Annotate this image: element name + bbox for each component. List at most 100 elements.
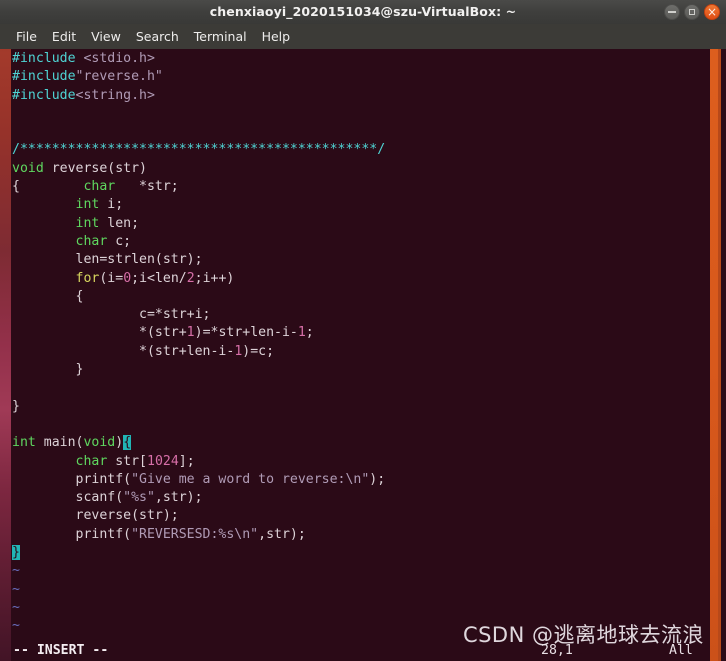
- maximize-button[interactable]: [684, 4, 700, 20]
- code-token: {: [12, 179, 84, 195]
- title-bar[interactable]: chenxiaoyi_2020151034@szu-VirtualBox: ~: [0, 0, 726, 24]
- code-token: )=*str+len-i-: [194, 325, 298, 341]
- code-token: *(str+: [12, 325, 187, 341]
- code-token: ;i++): [194, 270, 235, 286]
- code-line: char c;: [12, 233, 385, 251]
- code-line: ~: [12, 617, 385, 635]
- window-right-edge-bar-outer: [710, 0, 718, 661]
- code-line: }: [12, 361, 385, 379]
- vim-buffer: #include <stdio.h> #include"reverse.h" #in…: [11, 49, 385, 661]
- code-line: len=strlen(str);: [12, 251, 385, 269]
- code-token: ];: [178, 453, 195, 469]
- code-token: {: [12, 288, 84, 304]
- code-token: c;: [107, 233, 132, 249]
- code-token: ,str);: [154, 490, 203, 506]
- code-token: 1: [297, 325, 306, 341]
- menu-item-view[interactable]: View: [91, 24, 121, 49]
- code-token: reverse(str): [43, 160, 147, 176]
- code-token: int: [12, 435, 36, 451]
- code-token: #include: [12, 51, 84, 66]
- menu-item-terminal[interactable]: Terminal: [194, 24, 247, 49]
- code-token: (i=: [99, 270, 124, 286]
- code-token: ~: [12, 563, 20, 579]
- code-token: ): [115, 435, 124, 451]
- code-token: char: [75, 453, 108, 469]
- code-line: {: [12, 288, 385, 306]
- code-line: *(str+len-i-1)=c;: [12, 343, 385, 361]
- code-token: len;: [99, 215, 140, 231]
- vim-cursor-position: 28,1: [541, 643, 573, 658]
- code-token: 1: [186, 325, 195, 341]
- vim-mode-indicator: -- INSERT --: [13, 643, 109, 658]
- code-line: /***************************************…: [12, 141, 385, 159]
- code-token: reverse(str);: [12, 508, 179, 524]
- code-line: }: [12, 398, 385, 416]
- code-token: ;: [305, 325, 314, 341]
- code-token: printf(: [12, 471, 132, 487]
- code-line: scanf("%s",str);: [12, 489, 385, 507]
- code-line: void reverse(str): [12, 160, 385, 178]
- code-token: printf(: [12, 526, 132, 542]
- code-token: void: [12, 160, 44, 176]
- code-token: char: [83, 179, 116, 195]
- code-token: ,str);: [258, 526, 306, 542]
- code-line: #include"reverse.h": [12, 68, 385, 86]
- close-button[interactable]: [704, 4, 720, 20]
- code-line: int len;: [12, 215, 385, 233]
- menu-item-help[interactable]: Help: [262, 24, 291, 49]
- code-token: for: [75, 270, 100, 286]
- terminal-body[interactable]: #include <stdio.h> #include"reverse.h" #in…: [11, 49, 706, 661]
- menu-item-search[interactable]: Search: [136, 24, 179, 49]
- code-line: int main(void){: [12, 434, 385, 452]
- code-line: ~: [12, 562, 385, 580]
- code-token: ;i<len/: [131, 270, 187, 286]
- code-token: }: [12, 398, 20, 414]
- terminal-window: chenxiaoyi_2020151034@szu-VirtualBox: ~ …: [0, 0, 726, 661]
- code-token: char: [75, 233, 108, 249]
- code-line: #include<string.h>: [12, 87, 385, 105]
- code-line: char str[1024];: [12, 453, 385, 471]
- window-right-edge: [706, 0, 726, 661]
- code-line: printf("Give me a word to reverse:\n");: [12, 471, 386, 489]
- cursor-block: {: [123, 435, 132, 451]
- menu-item-file[interactable]: File: [16, 24, 37, 49]
- code-token: 0: [123, 270, 132, 286]
- code-line: reverse(str);: [12, 507, 385, 525]
- code-line: { char *str;: [12, 178, 385, 196]
- code-token: );: [369, 471, 386, 487]
- code-token: i;: [99, 197, 124, 213]
- code-token: ~: [12, 599, 20, 615]
- code-token: 1024: [147, 453, 179, 469]
- code-token: void: [83, 435, 116, 451]
- window-left-edge: [0, 0, 11, 661]
- vim-scroll-indicator: All: [669, 643, 693, 658]
- code-line: ~: [12, 599, 385, 617]
- code-line: printf("REVERSESD:%s\n",str);: [12, 526, 385, 544]
- menu-item-edit[interactable]: Edit: [52, 24, 76, 49]
- code-token: int: [75, 215, 100, 231]
- window-controls: [664, 4, 720, 20]
- code-token: len=strlen(str);: [12, 252, 203, 268]
- code-line: c=*str+i;: [12, 306, 385, 324]
- minimize-button[interactable]: [664, 4, 680, 20]
- menu-bar: File Edit View Search Terminal Help: [0, 24, 726, 49]
- code-token: }: [12, 362, 84, 378]
- code-token: "Give me a word to reverse:\n": [131, 471, 370, 487]
- code-token: ~: [12, 581, 20, 597]
- code-line: #include <stdio.h>: [12, 50, 385, 68]
- code-token: *str;: [115, 179, 179, 195]
- code-token: <stdio.h>: [83, 51, 155, 66]
- code-line: *(str+1)=*str+len-i-1;: [12, 324, 385, 342]
- code-token: #include: [12, 69, 76, 85]
- window-right-edge-bar-inner: [718, 0, 721, 661]
- code-token: *(str+len-i-: [12, 343, 235, 359]
- code-token: int: [75, 197, 100, 213]
